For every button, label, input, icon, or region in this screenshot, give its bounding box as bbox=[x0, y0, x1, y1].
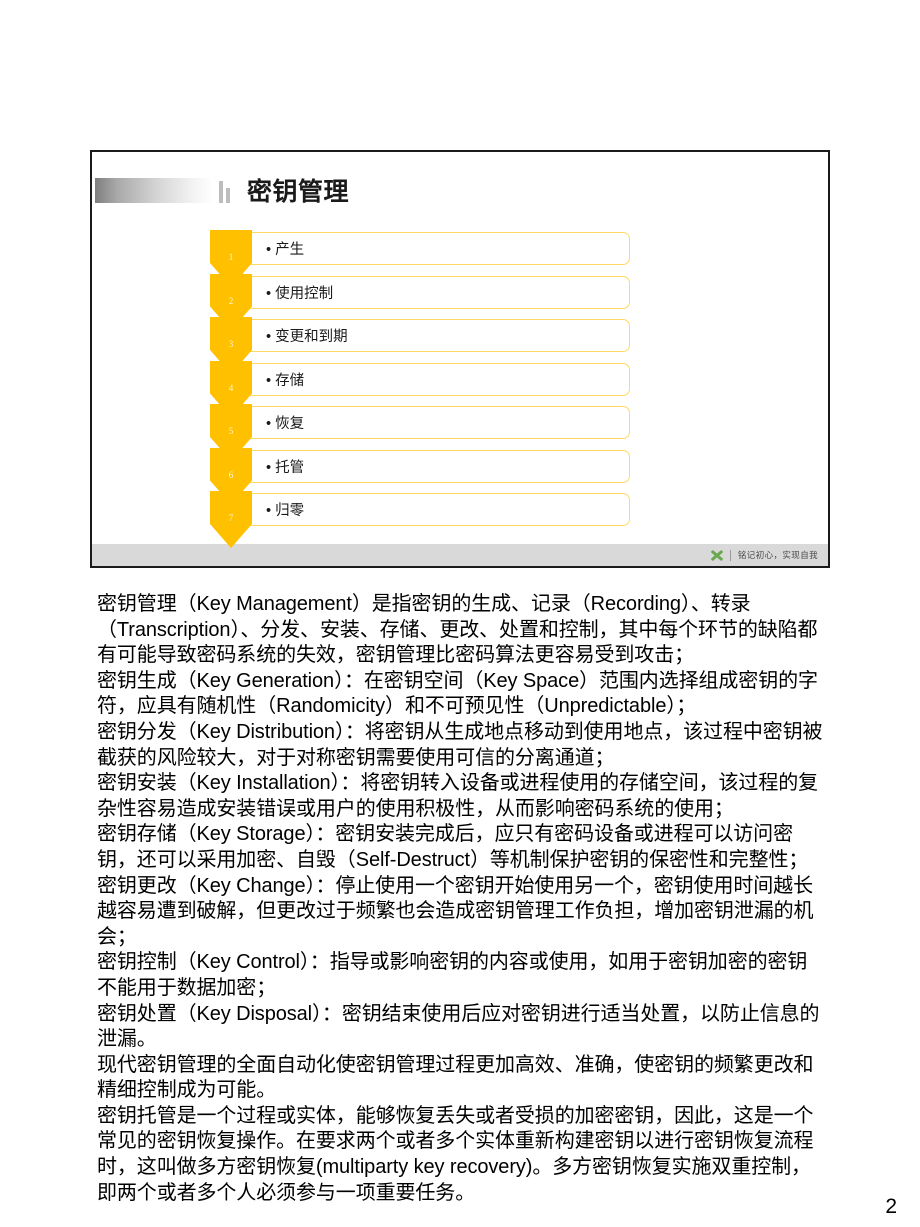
chevron-step-row[interactable]: 4 • 存储 bbox=[210, 360, 630, 418]
chevron-step-text: 产生 bbox=[275, 242, 305, 258]
page-number: 2 bbox=[885, 1195, 897, 1218]
chevron-step-list: 1 • 产生 2 • 使用控制 3 • 变更和到期 4 • 存储 5 • 恢复 … bbox=[210, 230, 630, 548]
chevron-step-number: 4 bbox=[228, 382, 234, 393]
chevron-step-label: • 托管 bbox=[266, 456, 304, 477]
chevron-step-text: 使用控制 bbox=[275, 285, 334, 302]
chevron-step-label: • 产生 bbox=[266, 238, 304, 259]
chevron-step-box: • 使用控制 bbox=[241, 275, 630, 309]
paragraph: 密钥管理（Key Management）是指密钥的生成、记录（Recording… bbox=[97, 593, 818, 667]
paragraph: 密钥分发（Key Distribution）：将密钥从生成地点移动到使用地点，该… bbox=[97, 720, 823, 769]
chevron-step-text: 存储 bbox=[275, 372, 305, 389]
slide-canvas: 密钥管理 1 • 产生 2 • 使用控制 3 • 变更和到期 4 • 存储 5 … bbox=[90, 150, 830, 568]
green-x-logo-icon bbox=[709, 548, 725, 562]
bullet-icon: • bbox=[266, 459, 272, 476]
slide-footer-bar: 铭记初心，实现自我 bbox=[92, 544, 828, 566]
title-tick-marks-icon bbox=[219, 177, 230, 203]
chevron-step-box: • 变更和到期 bbox=[241, 319, 630, 352]
chevron-step-box: • 产生 bbox=[241, 232, 630, 265]
chevron-step-row[interactable]: 7 • 归零 bbox=[210, 491, 630, 548]
bullet-icon: • bbox=[266, 372, 272, 389]
footer-divider bbox=[729, 549, 731, 561]
title-gradient-bar-decoration bbox=[95, 177, 213, 203]
paragraph: 密钥控制（Key Control）：指导或影响密钥的内容或使用，如用于密钥加密的… bbox=[97, 951, 808, 999]
bullet-icon: • bbox=[266, 329, 272, 345]
paragraph: 密钥托管是一个过程或实体，能够恢复丢失或者受损的加密密钥，因此，这是一个常见的密… bbox=[97, 1104, 814, 1204]
chevron-step-label: • 归零 bbox=[266, 499, 304, 520]
chevron-step-row[interactable]: 5 • 恢复 bbox=[210, 404, 630, 461]
bullet-icon: • bbox=[266, 416, 272, 432]
notes-body-text: 密钥管理（Key Management）是指密钥的生成、记录（Recording… bbox=[97, 592, 827, 1206]
chevron-step-label: • 恢复 bbox=[266, 412, 304, 433]
paragraph: 密钥存储（Key Storage）：密钥安装完成后，应只有密码设备或进程可以访问… bbox=[97, 823, 809, 871]
slide-image: 密钥管理 1 • 产生 2 • 使用控制 3 • 变更和到期 4 • 存储 5 … bbox=[90, 150, 830, 568]
chevron-step-text: 归零 bbox=[275, 503, 305, 519]
chevron-step-label: • 存储 bbox=[266, 369, 304, 390]
footer-tagline: 铭记初心，实现自我 bbox=[737, 550, 818, 560]
slide-title: 密钥管理 bbox=[247, 178, 350, 206]
bullet-icon: • bbox=[266, 503, 272, 519]
chevron-step-row[interactable]: 1 • 产生 bbox=[210, 230, 630, 287]
chevron-step-row[interactable]: 6 • 托管 bbox=[210, 447, 630, 505]
chevron-step-number: 6 bbox=[228, 469, 234, 480]
chevron-step-number: 5 bbox=[228, 426, 234, 436]
paragraph: 密钥生成（Key Generation）：在密钥空间（Key Space）范围内… bbox=[97, 669, 818, 718]
paragraph: 密钥安装（Key Installation）：将密钥转入设备或进程使用的存储空间… bbox=[97, 772, 819, 820]
chevron-step-box: • 归零 bbox=[241, 493, 630, 526]
bullet-icon: • bbox=[266, 242, 272, 258]
bullet-icon: • bbox=[266, 285, 272, 302]
chevron-step-row[interactable]: 3 • 变更和到期 bbox=[210, 317, 630, 374]
chevron-step-number: 1 bbox=[228, 252, 234, 262]
slide-title-row: 密钥管理 bbox=[92, 168, 828, 212]
chevron-step-number: 2 bbox=[228, 295, 234, 306]
paragraph: 密钥处置（Key Disposal）：密钥结束使用后应对密钥进行适当处置，以防止… bbox=[97, 1002, 820, 1051]
chevron-step-label: • 使用控制 bbox=[266, 282, 333, 303]
chevron-step-row[interactable]: 2 • 使用控制 bbox=[210, 273, 630, 331]
paragraph: 密钥更改（Key Change）：停止使用一个密钥开始使用另一个，密钥使用时间越… bbox=[97, 874, 814, 948]
chevron-step-box: • 托管 bbox=[241, 449, 630, 483]
chevron-step-number: 7 bbox=[228, 513, 234, 523]
chevron-step-text: 变更和到期 bbox=[275, 329, 348, 345]
paragraph: 现代密钥管理的全面自动化使密钥管理过程更加高效、准确，使密钥的频繁更改和精细控制… bbox=[97, 1053, 814, 1102]
chevron-step-box: • 存储 bbox=[241, 362, 630, 396]
chevron-step-label: • 变更和到期 bbox=[266, 325, 348, 346]
chevron-step-text: 恢复 bbox=[275, 416, 305, 432]
chevron-step-text: 托管 bbox=[275, 459, 305, 476]
chevron-step-number: 3 bbox=[228, 339, 234, 349]
chevron-step-box: • 恢复 bbox=[241, 406, 630, 439]
